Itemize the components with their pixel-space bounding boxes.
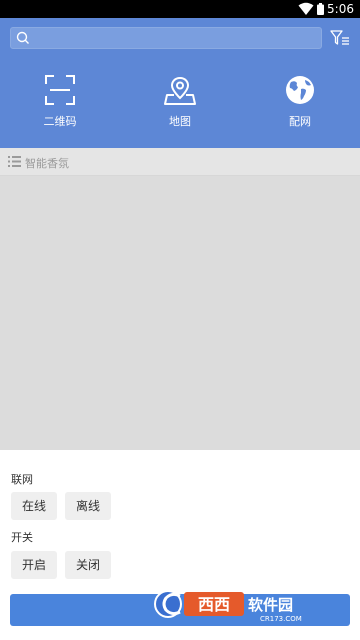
quick-item-qr[interactable]: 二维码 [20,74,100,134]
quick-item-label: 二维码 [43,115,77,128]
network-group-title: 联网 [11,473,33,486]
map-pin-icon [164,76,196,105]
control-panel: 联网 在线 离线 开关 开启 关闭 西西 软件园 CR173.COM [0,450,360,640]
quick-item-network[interactable]: 配网 [260,74,340,134]
search-icon [16,31,29,44]
section-bar: 智能香氛 [0,148,360,176]
section-title: 智能香氛 [25,157,69,170]
offline-button[interactable]: 离线 [65,492,111,520]
qr-scan-icon [45,75,75,105]
list-icon [8,156,21,167]
quick-item-map[interactable]: 地图 [140,74,220,134]
filter-icon[interactable] [330,29,350,47]
switch-off-button[interactable]: 关闭 [65,551,111,579]
search-input[interactable] [35,28,315,48]
watermark-logo: 西西 软件园 CR173.COM [154,590,302,623]
status-time: 5:06 [327,2,354,16]
quick-menu: 二维码 地图 配网 [0,74,360,134]
wifi-icon [298,2,314,15]
battery-icon [317,3,324,15]
switch-on-button[interactable]: 开启 [11,551,57,579]
quick-item-label: 配网 [289,115,311,128]
status-bar: 5:06 [0,0,360,18]
globe-icon [286,76,314,104]
svg-text:西西: 西西 [198,595,230,614]
header: 二维码 地图 配网 [0,18,360,148]
svg-text:CR173.COM: CR173.COM [260,615,302,623]
device-list-area [0,176,360,450]
search-box[interactable] [10,27,322,49]
online-button[interactable]: 在线 [11,492,57,520]
switch-group-title: 开关 [11,531,33,544]
quick-item-label: 地图 [169,115,191,128]
svg-text:软件园: 软件园 [248,596,293,614]
